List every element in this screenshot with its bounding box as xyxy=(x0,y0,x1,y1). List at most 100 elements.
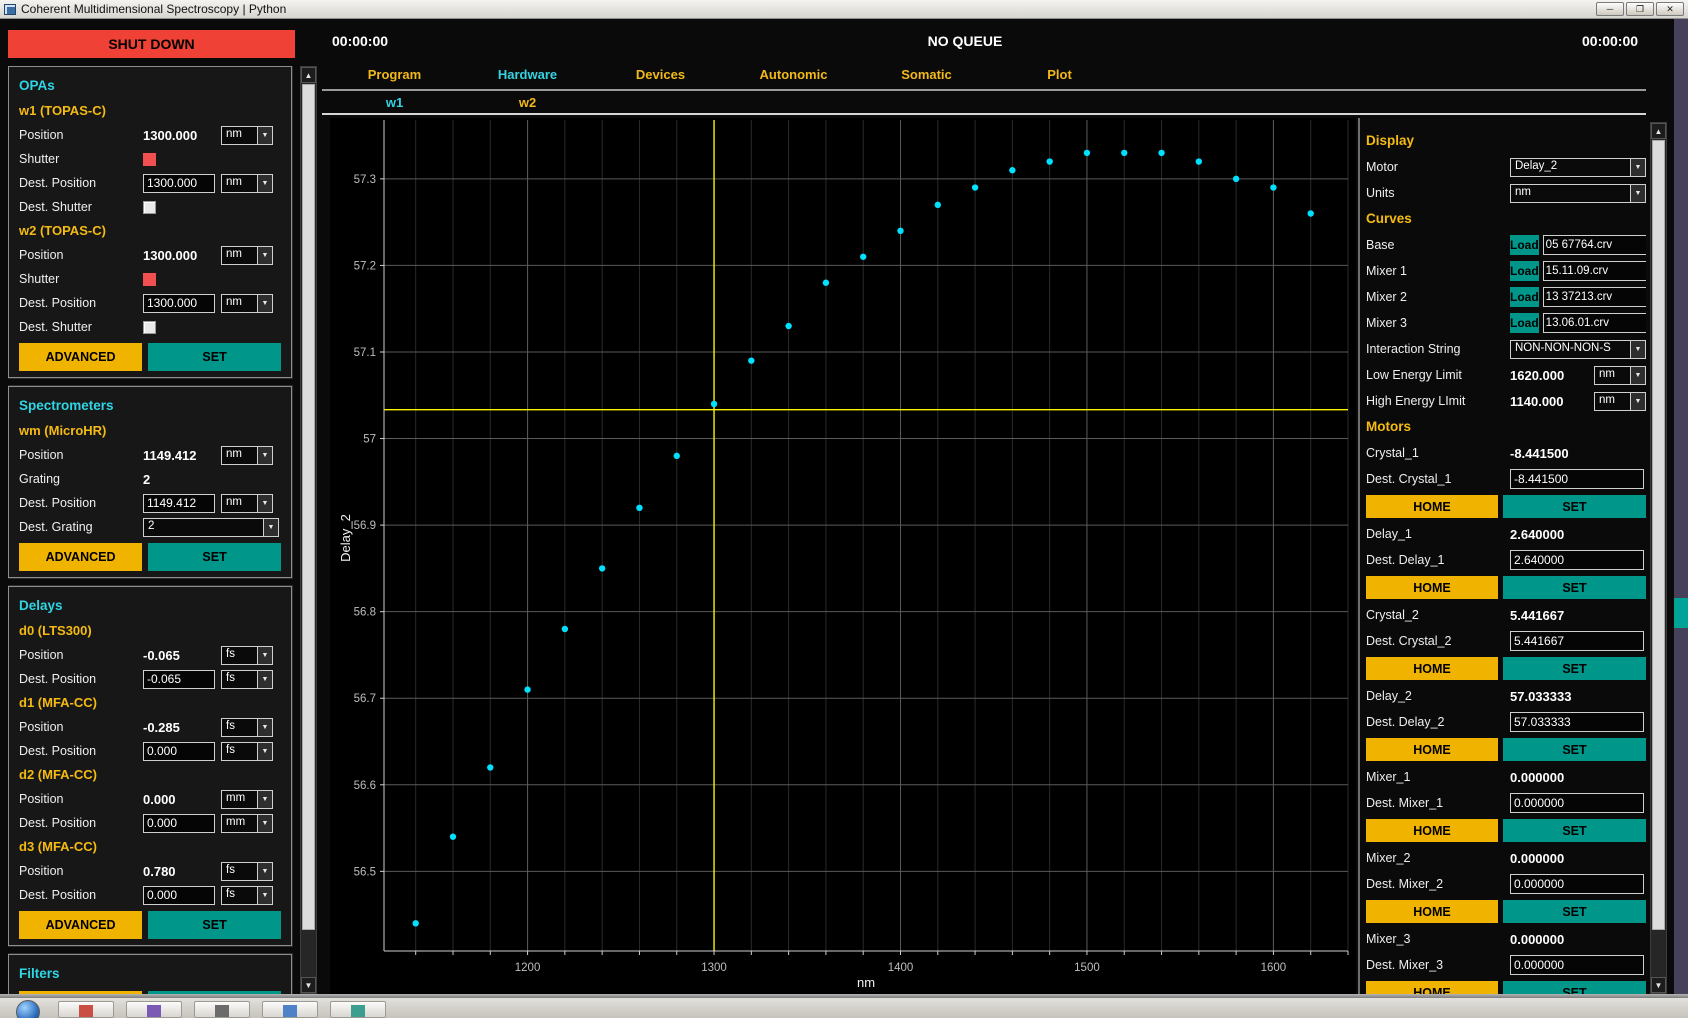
motor-select[interactable]: Delay_2 xyxy=(1510,158,1646,177)
home-button[interactable]: HOME xyxy=(1366,819,1498,842)
advanced-button[interactable]: ADVANCED xyxy=(19,911,142,939)
tab-hardware[interactable]: Hardware xyxy=(461,63,594,86)
units-select[interactable]: nm xyxy=(221,174,273,193)
set-button[interactable]: SET xyxy=(148,343,281,371)
dest-grating-select[interactable]: 2 xyxy=(143,518,279,537)
scroll-up-icon[interactable]: ▲ xyxy=(1651,123,1666,139)
units-select[interactable]: mm xyxy=(221,814,273,833)
tune-plot[interactable]: 56.556.656.756.856.95757.157.257.3120013… xyxy=(330,118,1356,996)
set-button[interactable]: SET xyxy=(1503,495,1646,518)
start-button[interactable] xyxy=(16,1000,40,1018)
chevron-down-icon[interactable] xyxy=(257,495,272,512)
chevron-down-icon[interactable] xyxy=(263,519,278,536)
load-button[interactable]: Load xyxy=(1510,235,1539,255)
advanced-button[interactable]: ADVANCED xyxy=(19,343,142,371)
dest-shutter-checkbox[interactable] xyxy=(143,321,156,334)
units-select[interactable]: nm xyxy=(221,446,273,465)
taskbar-icon[interactable] xyxy=(194,1001,250,1018)
left-scrollbar[interactable]: ▲ ▼ xyxy=(300,66,317,994)
chevron-down-icon[interactable] xyxy=(1630,341,1645,358)
dest-position-input[interactable] xyxy=(143,814,215,833)
low-energy-units-select[interactable]: nm xyxy=(1594,366,1646,385)
units-select[interactable]: nm xyxy=(221,494,273,513)
maximize-button[interactable]: ❐ xyxy=(1626,2,1654,16)
motor-dest-input[interactable] xyxy=(1510,955,1644,975)
taskbar-icon[interactable] xyxy=(58,1001,114,1018)
home-button[interactable]: HOME xyxy=(1366,495,1498,518)
load-button[interactable]: Load xyxy=(1510,313,1539,333)
dest-position-input[interactable] xyxy=(143,886,215,905)
set-button[interactable]: SET xyxy=(1503,900,1646,923)
curve-file-input[interactable] xyxy=(1543,313,1646,333)
right-scrollbar[interactable]: ▲ ▼ xyxy=(1650,122,1667,994)
units-select[interactable]: fs xyxy=(221,886,273,905)
chevron-down-icon[interactable] xyxy=(257,719,272,736)
scroll-up-icon[interactable]: ▲ xyxy=(301,67,316,83)
advanced-button[interactable]: ADVANCED xyxy=(19,543,142,571)
dest-position-input[interactable] xyxy=(143,494,215,513)
units-select[interactable]: nm xyxy=(1510,184,1646,203)
title-bar[interactable]: Coherent Multidimensional Spectroscopy |… xyxy=(0,0,1688,19)
dest-shutter-checkbox[interactable] xyxy=(143,201,156,214)
units-select[interactable]: fs xyxy=(221,646,273,665)
shutdown-button[interactable]: SHUT DOWN xyxy=(8,30,295,58)
chevron-down-icon[interactable] xyxy=(257,671,272,688)
curve-file-input[interactable] xyxy=(1543,261,1646,281)
dest-position-input[interactable] xyxy=(143,294,215,313)
chevron-down-icon[interactable] xyxy=(257,175,272,192)
motor-dest-input[interactable] xyxy=(1510,550,1644,570)
chevron-down-icon[interactable] xyxy=(257,743,272,760)
chevron-down-icon[interactable] xyxy=(1630,393,1645,410)
chevron-down-icon[interactable] xyxy=(257,887,272,904)
interaction-select[interactable]: NON-NON-NON-S xyxy=(1510,340,1646,359)
dest-position-input[interactable] xyxy=(143,670,215,689)
set-button[interactable]: SET xyxy=(1503,657,1646,680)
set-button[interactable]: SET xyxy=(1503,576,1646,599)
home-button[interactable]: HOME xyxy=(1366,576,1498,599)
tab-somatic[interactable]: Somatic xyxy=(860,63,993,86)
left-scrollbar-thumb[interactable] xyxy=(302,84,315,930)
scroll-down-icon[interactable]: ▼ xyxy=(301,977,316,993)
set-button[interactable]: SET xyxy=(1503,981,1646,994)
home-button[interactable]: HOME xyxy=(1366,981,1498,994)
tab-autonomic[interactable]: Autonomic xyxy=(727,63,860,86)
dest-position-input[interactable] xyxy=(143,174,215,193)
chevron-down-icon[interactable] xyxy=(257,863,272,880)
dest-position-input[interactable] xyxy=(143,742,215,761)
units-select[interactable]: nm xyxy=(221,126,273,145)
chevron-down-icon[interactable] xyxy=(257,647,272,664)
home-button[interactable]: HOME xyxy=(1366,900,1498,923)
chevron-down-icon[interactable] xyxy=(257,247,272,264)
subtab-w1[interactable]: w1 xyxy=(328,91,461,114)
taskbar-icon[interactable] xyxy=(126,1001,182,1018)
motor-dest-input[interactable] xyxy=(1510,469,1644,489)
scroll-down-icon[interactable]: ▼ xyxy=(1651,977,1666,993)
units-select[interactable]: nm xyxy=(221,246,273,265)
set-button[interactable]: SET xyxy=(148,911,281,939)
units-select[interactable]: fs xyxy=(221,862,273,881)
close-button[interactable]: ✕ xyxy=(1656,2,1684,16)
minimize-button[interactable]: ─ xyxy=(1596,2,1624,16)
motor-dest-input[interactable] xyxy=(1510,874,1644,894)
high-energy-units-select[interactable]: nm xyxy=(1594,392,1646,411)
taskbar[interactable] xyxy=(0,998,1688,1018)
motor-dest-input[interactable] xyxy=(1510,793,1644,813)
set-button[interactable]: SET xyxy=(1503,819,1646,842)
chevron-down-icon[interactable] xyxy=(257,295,272,312)
units-select[interactable]: mm xyxy=(221,790,273,809)
units-select[interactable]: nm xyxy=(221,294,273,313)
subtab-w2[interactable]: w2 xyxy=(461,91,594,114)
home-button[interactable]: HOME xyxy=(1366,738,1498,761)
chevron-down-icon[interactable] xyxy=(1630,159,1645,176)
chevron-down-icon[interactable] xyxy=(257,791,272,808)
units-select[interactable]: fs xyxy=(221,742,273,761)
taskbar-icon[interactable] xyxy=(262,1001,318,1018)
curve-file-input[interactable] xyxy=(1543,235,1646,255)
load-button[interactable]: Load xyxy=(1510,261,1539,281)
chevron-down-icon[interactable] xyxy=(257,127,272,144)
units-select[interactable]: fs xyxy=(221,718,273,737)
tab-program[interactable]: Program xyxy=(328,63,461,86)
set-button[interactable]: SET xyxy=(148,543,281,571)
curve-file-input[interactable] xyxy=(1543,287,1646,307)
load-button[interactable]: Load xyxy=(1510,287,1539,307)
